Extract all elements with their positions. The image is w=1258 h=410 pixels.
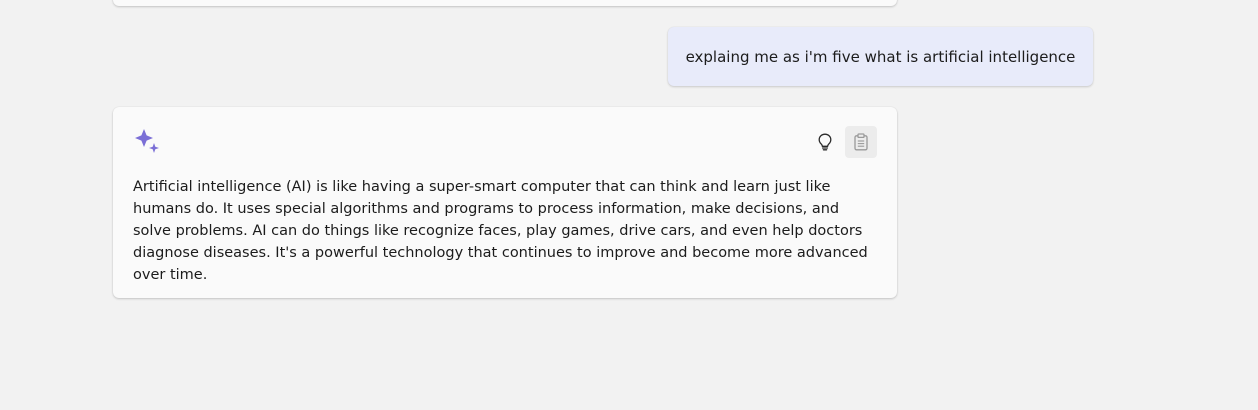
copy-button[interactable]	[845, 126, 877, 158]
response-actions	[809, 126, 877, 158]
suggest-button[interactable]	[809, 126, 841, 158]
sparkle-icon	[135, 129, 159, 153]
lightbulb-icon	[818, 133, 832, 151]
user-message-bubble: explaing me as i'm five what is artifici…	[668, 27, 1093, 86]
assistant-response-card: Artificial intelligence (AI) is like hav…	[113, 107, 897, 298]
previous-response-card	[113, 0, 897, 6]
user-message-text: explaing me as i'm five what is artifici…	[685, 47, 1076, 66]
clipboard-icon	[854, 133, 868, 151]
assistant-response-text: Artificial intelligence (AI) is like hav…	[133, 179, 868, 283]
